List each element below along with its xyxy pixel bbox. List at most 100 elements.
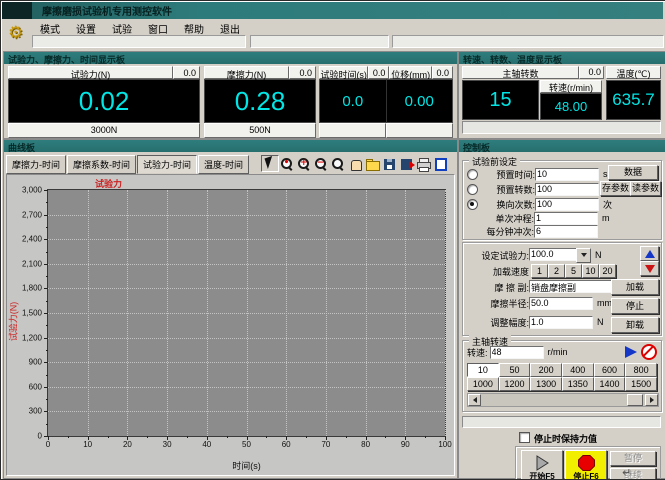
spindle-speed-label: 转速: bbox=[467, 346, 488, 359]
tab-试验力-时间[interactable]: 试验力-时间 bbox=[137, 155, 197, 174]
speed-option-800[interactable]: 800 bbox=[625, 363, 657, 377]
xtick bbox=[207, 436, 208, 440]
spindle-speed-display: 48.00 bbox=[540, 93, 602, 120]
save-params-button[interactable]: 存参数 bbox=[600, 181, 631, 196]
apply-speed-arrow-icon[interactable] bbox=[625, 346, 637, 358]
unload-button[interactable]: 卸载 bbox=[611, 317, 659, 333]
print-icon[interactable] bbox=[416, 157, 432, 172]
preset-time-input[interactable] bbox=[535, 168, 599, 181]
pause-button[interactable]: 暂停 bbox=[610, 451, 656, 466]
vgrid bbox=[445, 190, 446, 436]
copy-icon[interactable] bbox=[433, 157, 449, 172]
load-speed-button-1[interactable]: 1 bbox=[531, 264, 548, 278]
data-button[interactable]: 数据 bbox=[608, 165, 658, 180]
title-bar-corner bbox=[2, 2, 32, 19]
preset-time-radio[interactable] bbox=[467, 169, 478, 180]
scrollbar-right-button[interactable] bbox=[645, 394, 658, 406]
set-force-combobox[interactable]: 100.0 bbox=[529, 248, 591, 263]
curve-panel-header: 曲线板 bbox=[4, 140, 457, 152]
preset-stroke-input[interactable] bbox=[534, 212, 598, 225]
stop-octagon-icon bbox=[578, 455, 595, 471]
xtick bbox=[405, 436, 406, 440]
save-icon[interactable] bbox=[382, 157, 398, 172]
pan-hand-icon[interactable] bbox=[348, 157, 364, 172]
scrollbar-left-button[interactable] bbox=[468, 394, 481, 406]
speed-option-1300[interactable]: 1300 bbox=[530, 377, 562, 391]
stop-button-label: 停止F6 bbox=[573, 471, 598, 480]
preset-revs-input[interactable] bbox=[535, 183, 599, 196]
xtl: 50 bbox=[242, 440, 251, 449]
presets-groupbox: 试验前设定 预置时间: s 预置转数: 转 换向次数: 次 单次 bbox=[462, 160, 662, 240]
xtick minor bbox=[385, 436, 386, 438]
ytick minor bbox=[46, 399, 48, 400]
time-displacement-group: 试验时间(s) 0.0 位移(mm) 0.0 0.0 0.00 bbox=[319, 66, 453, 137]
preset-spm-input[interactable] bbox=[534, 225, 598, 238]
xtl: 60 bbox=[282, 440, 291, 449]
force-panel-header: 试验力、摩擦力、时间显示板 bbox=[4, 52, 457, 64]
temperature-label: 温度(℃) bbox=[606, 66, 661, 79]
zoom-in-icon[interactable]: + bbox=[297, 157, 313, 172]
preset-reversals-input[interactable] bbox=[535, 198, 599, 211]
speed-option-1000[interactable]: 1000 bbox=[467, 377, 499, 391]
load-speed-button-2[interactable]: 2 bbox=[548, 264, 565, 278]
adjust-step-input[interactable] bbox=[529, 316, 593, 329]
resume-button[interactable]: 继续 bbox=[610, 468, 656, 480]
speed-option-1400[interactable]: 1400 bbox=[594, 377, 626, 391]
preset-revs-label: 预置转数: bbox=[480, 183, 535, 196]
tab-温度-时间[interactable]: 温度-时间 bbox=[198, 155, 249, 174]
set-force-dropdown-icon[interactable] bbox=[576, 248, 591, 263]
run-buttons-frame: 开始F5 停止F6 暂停 继续 bbox=[515, 446, 661, 480]
speed-option-200[interactable]: 200 bbox=[530, 363, 562, 377]
read-params-button[interactable]: 读参数 bbox=[630, 181, 661, 196]
tab-摩擦力-时间[interactable]: 摩擦力-时间 bbox=[6, 155, 66, 174]
chart-plot-area[interactable]: 03006009001,2001,5001,8002,1002,4002,700… bbox=[47, 189, 446, 437]
zoom-dot-icon[interactable]: • bbox=[280, 157, 296, 172]
cursor-icon[interactable] bbox=[261, 155, 279, 172]
xtl: 80 bbox=[361, 440, 370, 449]
curve-tabs: 摩擦力-时间摩擦系数-时间试验力-时间温度-时间 bbox=[6, 155, 250, 174]
test-force-label: 试验力(N) bbox=[8, 66, 173, 79]
spindle-stop-icon[interactable] bbox=[641, 344, 657, 360]
ytl: 2,100 bbox=[22, 259, 42, 268]
speed-option-600[interactable]: 600 bbox=[594, 363, 626, 377]
load-speed-button-5[interactable]: 5 bbox=[565, 264, 582, 278]
xtl: 30 bbox=[163, 440, 172, 449]
preset-revs-radio[interactable] bbox=[467, 184, 478, 195]
spindle-speed-input[interactable] bbox=[490, 346, 544, 359]
speed-options-scrollbar[interactable] bbox=[467, 393, 659, 407]
speed-option-50[interactable]: 50 bbox=[499, 363, 531, 377]
spindle-speed-options: 1050200400600800 100012001300135014001500 bbox=[467, 363, 657, 391]
start-button[interactable]: 开始F5 bbox=[521, 450, 563, 480]
ytl: 1,200 bbox=[22, 333, 42, 342]
set-force-label: 设定试验力: bbox=[467, 249, 529, 262]
hold-force-checkbox-row[interactable]: 停止时保持力值 bbox=[519, 432, 597, 445]
stop-button[interactable]: 停止F6 bbox=[565, 450, 607, 480]
stop-load-button[interactable]: 停止 bbox=[611, 298, 659, 314]
xtick bbox=[167, 436, 168, 440]
speed-option-400[interactable]: 400 bbox=[562, 363, 594, 377]
speed-option-1500[interactable]: 1500 bbox=[625, 377, 657, 391]
scrollbar-track[interactable] bbox=[481, 394, 645, 406]
speed-option-10[interactable]: 10 bbox=[467, 363, 499, 377]
xtick bbox=[445, 436, 446, 440]
load-speed-button-10[interactable]: 10 bbox=[582, 264, 599, 278]
load-speed-button-20[interactable]: 20 bbox=[599, 264, 616, 278]
zoom-out-icon[interactable]: − bbox=[314, 157, 330, 172]
load-button[interactable]: 加载 bbox=[611, 279, 659, 295]
speed-option-1200[interactable]: 1200 bbox=[499, 377, 531, 391]
spindle-groupbox: 主轴转速 转速: r/min 1050200400600800100012001… bbox=[462, 340, 662, 412]
scrollbar-thumb[interactable] bbox=[627, 394, 643, 406]
force-up-button[interactable] bbox=[640, 246, 659, 261]
open-folder-icon[interactable] bbox=[365, 157, 381, 172]
preset-reversals-radio[interactable] bbox=[467, 199, 478, 210]
export-icon[interactable] bbox=[399, 157, 415, 172]
tab-摩擦系数-时间[interactable]: 摩擦系数-时间 bbox=[67, 155, 136, 174]
vgrid bbox=[366, 190, 367, 436]
xtl: 40 bbox=[202, 440, 211, 449]
zoom-icon[interactable] bbox=[331, 157, 347, 172]
ytl: 0 bbox=[38, 432, 42, 441]
friction-radius-input[interactable] bbox=[529, 297, 593, 310]
force-down-button[interactable] bbox=[640, 261, 659, 276]
hold-force-checkbox[interactable] bbox=[519, 432, 530, 443]
speed-option-1350[interactable]: 1350 bbox=[562, 377, 594, 391]
